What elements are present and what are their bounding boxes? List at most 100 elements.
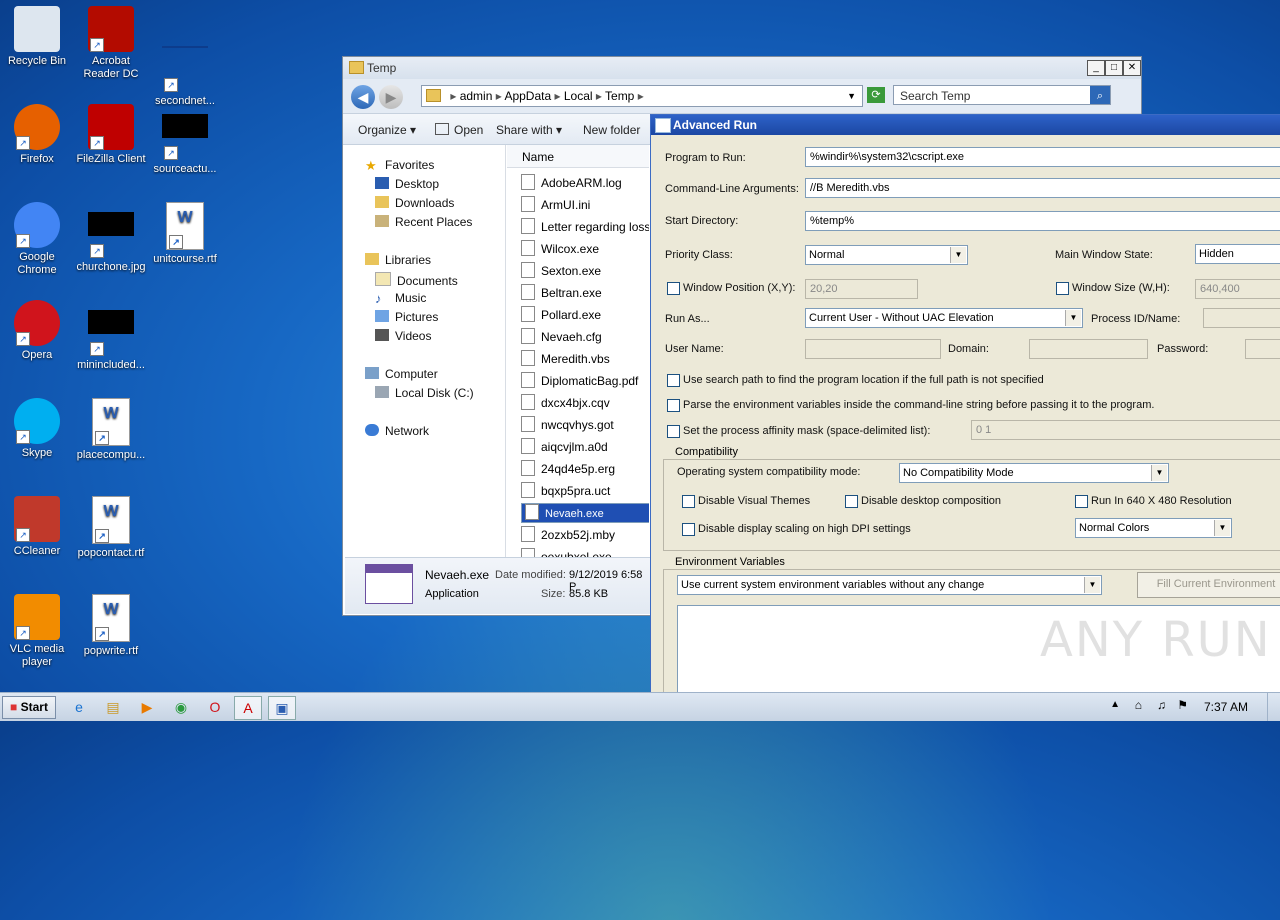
forward-button[interactable]: ▶ bbox=[379, 85, 403, 109]
search-input[interactable]: Search Temp ⌕ bbox=[893, 85, 1111, 105]
address-bar[interactable]: ▸ admin ▸ AppData ▸ Local ▸ Temp ▸ ▼ bbox=[421, 85, 863, 107]
refresh-button[interactable]: ⟳ bbox=[867, 87, 885, 103]
fill-environment-button[interactable]: Fill Current Environment bbox=[1137, 572, 1280, 598]
acrobat-icon[interactable]: A bbox=[234, 696, 262, 720]
desktop-icon-item[interactable]: ↗ Acrobat Reader DC bbox=[74, 6, 148, 81]
file-row[interactable]: Wilcox.exe bbox=[521, 239, 649, 259]
maximize-button[interactable]: □ bbox=[1105, 60, 1123, 76]
colors-select[interactable]: Normal Colors ▼ bbox=[1075, 518, 1232, 538]
disable-dpi-checkbox[interactable] bbox=[682, 523, 695, 536]
program-input[interactable]: %windir%\system32\cscript.exe bbox=[805, 147, 1280, 167]
desktop-icon-item[interactable]: ↗ VLC media player bbox=[0, 594, 74, 669]
desktop-icon-item[interactable]: ↗ minincluded... bbox=[74, 300, 148, 372]
column-header-name[interactable]: Name bbox=[507, 145, 649, 168]
nav-pictures[interactable]: Pictures bbox=[375, 310, 438, 324]
nav-desktop[interactable]: Desktop bbox=[375, 177, 439, 191]
breadcrumb-local[interactable]: Local bbox=[564, 89, 593, 103]
affinity-checkbox[interactable] bbox=[667, 425, 680, 438]
window-size-checkbox[interactable] bbox=[1056, 282, 1069, 295]
process-id-input[interactable] bbox=[1203, 308, 1280, 328]
desktop-icon-item[interactable]: ↗ Opera bbox=[0, 300, 74, 362]
parse-env-checkbox[interactable] bbox=[667, 399, 680, 412]
address-dropdown-icon[interactable]: ▼ bbox=[847, 86, 856, 106]
desktop-icon-item[interactable]: W ↗ unitcourse.rtf bbox=[148, 202, 222, 266]
nav-documents[interactable]: Documents bbox=[375, 272, 458, 288]
desktop-icon-item[interactable]: W ↗ placecompu... bbox=[74, 398, 148, 462]
file-row[interactable]: Meredith.vbs bbox=[521, 349, 649, 369]
start-button[interactable]: ■ Start bbox=[2, 696, 56, 719]
domain-input[interactable] bbox=[1029, 339, 1148, 359]
new-folder-button[interactable]: New folder bbox=[583, 123, 640, 137]
file-row[interactable]: Letter regarding loss o bbox=[521, 217, 649, 237]
tray-arrow-icon[interactable]: ▲ bbox=[1110, 699, 1120, 710]
minimize-button[interactable]: _ bbox=[1087, 60, 1105, 76]
nav-recent-places[interactable]: Recent Places bbox=[375, 215, 472, 229]
desktop-icon-item[interactable]: ↗ Google Chrome bbox=[0, 202, 74, 277]
affinity-input[interactable]: 0 1 bbox=[971, 420, 1280, 440]
file-row[interactable]: Nevaeh.exe bbox=[521, 503, 649, 523]
desktop-icon-item[interactable]: ↗ Firefox bbox=[0, 104, 74, 166]
env-mode-select[interactable]: Use current system environment variables… bbox=[677, 575, 1102, 595]
desktop-icon-item[interactable]: ↗ CCleaner bbox=[0, 496, 74, 558]
explorer-icon[interactable]: ▤ bbox=[100, 696, 126, 718]
share-with-button[interactable]: Share with ▾ bbox=[496, 123, 562, 137]
window-position-input[interactable]: 20,20 bbox=[805, 279, 918, 299]
show-desktop-button[interactable] bbox=[1267, 693, 1280, 721]
file-row[interactable]: dxcx4bjx.cqv bbox=[521, 393, 649, 413]
file-row[interactable]: nwcqvhys.got bbox=[521, 415, 649, 435]
nav-music[interactable]: ♪ Music bbox=[375, 291, 426, 306]
search-path-checkbox[interactable] bbox=[667, 374, 680, 387]
taskbar-clock[interactable]: 7:37 AM bbox=[1204, 700, 1248, 714]
disable-themes-checkbox[interactable] bbox=[682, 495, 695, 508]
password-input[interactable] bbox=[1245, 339, 1280, 359]
breadcrumb-temp[interactable]: Temp bbox=[605, 89, 634, 103]
file-row[interactable]: Nevaeh.cfg bbox=[521, 327, 649, 347]
breadcrumb-admin[interactable]: admin bbox=[460, 89, 493, 103]
organize-button[interactable]: Organize ▾ bbox=[358, 123, 416, 137]
nav-videos[interactable]: Videos bbox=[375, 329, 431, 343]
username-input[interactable] bbox=[805, 339, 941, 359]
nav-network[interactable]: Network bbox=[365, 424, 429, 438]
nav-local-disk[interactable]: Local Disk (C:) bbox=[375, 386, 474, 400]
advanced-run-titlebar[interactable]: Advanced Run bbox=[651, 115, 1280, 135]
media-player-icon[interactable]: ▶ bbox=[134, 696, 160, 718]
file-row[interactable]: oexubxel.exe bbox=[521, 547, 649, 557]
compat-mode-select[interactable]: No Compatibility Mode ▼ bbox=[899, 463, 1169, 483]
desktop-icon-item[interactable]: ↗ sourceactu... bbox=[148, 104, 222, 176]
desktop-icon-item[interactable]: ↗ secondnet... bbox=[148, 6, 222, 108]
tray-volume-icon[interactable]: ♫ bbox=[1157, 698, 1166, 712]
back-button[interactable]: ◀ bbox=[351, 85, 375, 109]
desktop-icon-item[interactable]: ↗ churchone.jpg bbox=[74, 202, 148, 274]
file-row[interactable]: Pollard.exe bbox=[521, 305, 649, 325]
nav-libraries[interactable]: Libraries bbox=[365, 253, 431, 267]
close-button[interactable]: ✕ bbox=[1123, 60, 1141, 76]
desktop-icon-item[interactable]: Recycle Bin bbox=[0, 6, 74, 68]
tray-flag-icon[interactable]: ⚑ bbox=[1177, 698, 1188, 712]
file-row[interactable]: 2ozxb52j.mby bbox=[521, 525, 649, 545]
file-row[interactable]: Beltran.exe bbox=[521, 283, 649, 303]
window-position-checkbox[interactable] bbox=[667, 282, 680, 295]
run-640-checkbox[interactable] bbox=[1075, 495, 1088, 508]
file-row[interactable]: bqxp5pra.uct bbox=[521, 481, 649, 501]
desktop-icon-item[interactable]: W ↗ popcontact.rtf bbox=[74, 496, 148, 560]
breadcrumb-appdata[interactable]: AppData bbox=[504, 89, 551, 103]
window-size-input[interactable]: 640,400 bbox=[1195, 279, 1280, 299]
run-as-select[interactable]: Current User - Without UAC Elevation ▼ bbox=[805, 308, 1083, 328]
main-window-state-select[interactable]: Hidden bbox=[1195, 244, 1280, 264]
ie-icon[interactable]: e bbox=[66, 696, 92, 718]
disable-desktop-comp-checkbox[interactable] bbox=[845, 495, 858, 508]
startdir-input[interactable]: %temp% bbox=[805, 211, 1280, 231]
opera-icon[interactable]: O bbox=[202, 696, 228, 718]
args-input[interactable]: //B Meredith.vbs bbox=[805, 178, 1280, 198]
explorer-titlebar[interactable]: Temp _ □ ✕ bbox=[343, 57, 1141, 79]
advanced-run-taskbar-icon[interactable]: ▣ bbox=[268, 696, 296, 720]
tray-network-icon[interactable]: ⌂ bbox=[1135, 698, 1142, 712]
file-row[interactable]: 24qd4e5p.erg bbox=[521, 459, 649, 479]
nav-computer[interactable]: Computer bbox=[365, 367, 438, 381]
nav-favorites[interactable]: ★ Favorites bbox=[365, 158, 434, 173]
nav-downloads[interactable]: Downloads bbox=[375, 196, 454, 210]
file-row[interactable]: DiplomaticBag.pdf bbox=[521, 371, 649, 391]
file-row[interactable]: aiqcvjlm.a0d bbox=[521, 437, 649, 457]
file-row[interactable]: ArmUI.ini bbox=[521, 195, 649, 215]
desktop-icon-item[interactable]: W ↗ popwrite.rtf bbox=[74, 594, 148, 658]
